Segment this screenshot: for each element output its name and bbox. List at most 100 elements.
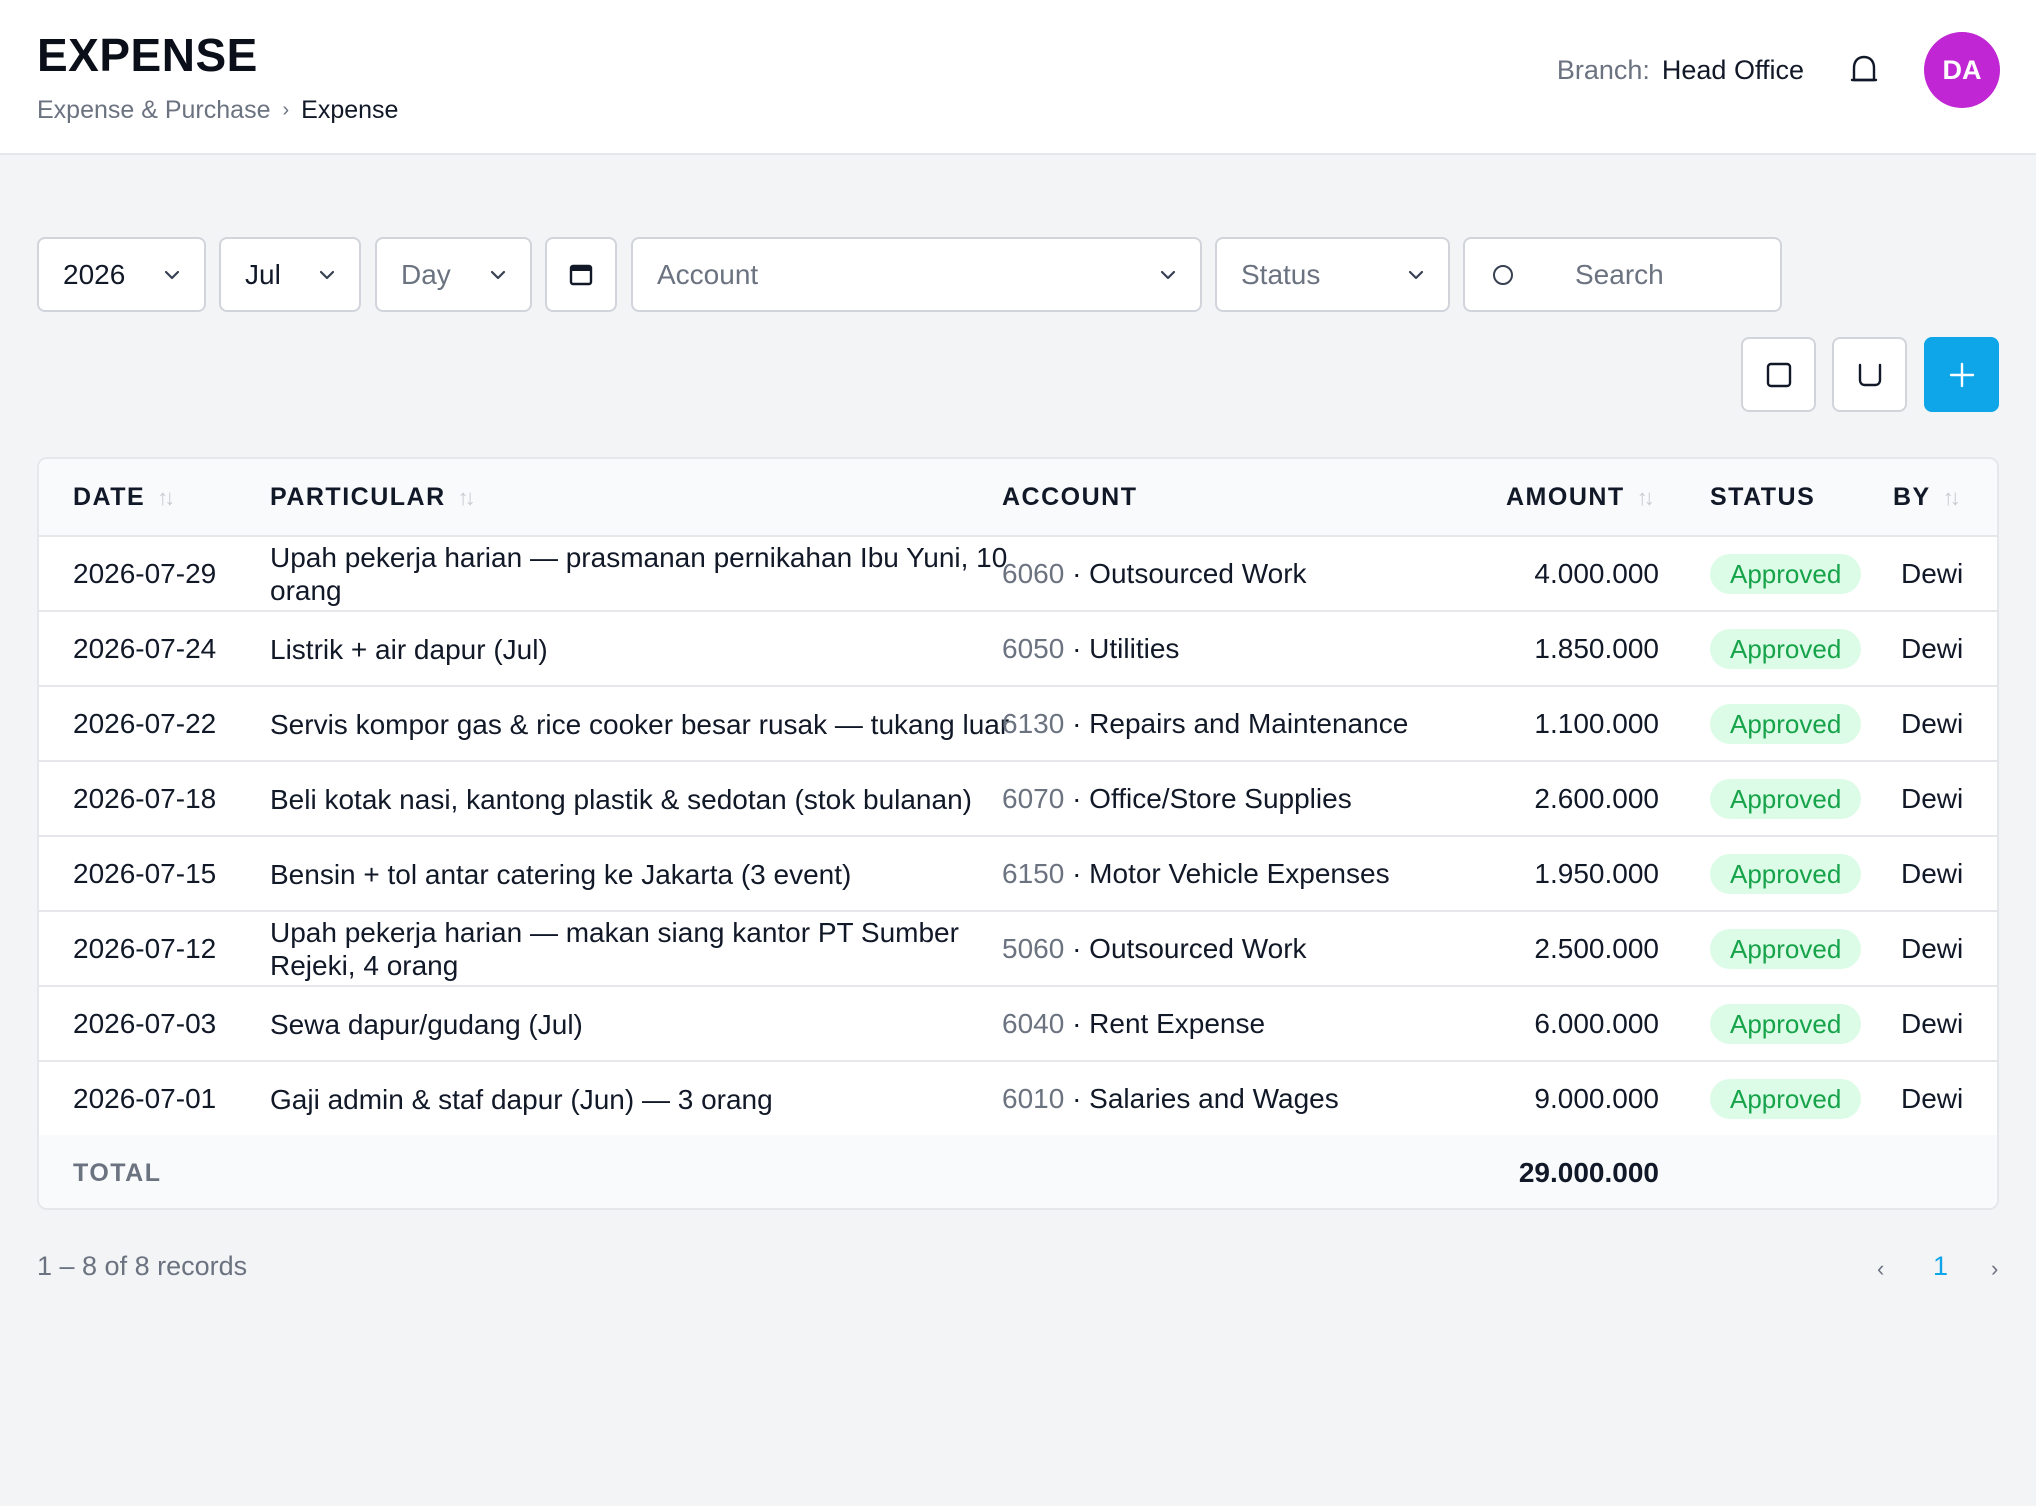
table-row[interactable]: 2026-07-22 Servis kompor gas & rice cooke… bbox=[39, 687, 1997, 762]
sort-icon[interactable]: ↑↓ bbox=[1943, 485, 1961, 511]
month-select[interactable]: Jul bbox=[219, 237, 361, 312]
cell-by: Dewi bbox=[1901, 633, 1964, 664]
breadcrumb: Expense & Purchase › Expense bbox=[37, 96, 398, 125]
month-select-value: Jul bbox=[245, 258, 281, 290]
table-row[interactable]: 2026-07-03 Sewa dapur/gudang (Jul) 6040 · … bbox=[39, 987, 1997, 1062]
status-badge: Approved bbox=[1710, 704, 1862, 744]
cell-account: 6130 · Repairs and Maintenance bbox=[1002, 708, 1408, 740]
cell-amount: 9.000.000 bbox=[1534, 1083, 1659, 1114]
table-row[interactable]: 2026-07-15 Bensin + tol antar catering ke… bbox=[39, 837, 1997, 912]
chevron-down-icon bbox=[1160, 270, 1176, 280]
status-badge: Approved bbox=[1710, 554, 1862, 594]
branch-label: Branch: bbox=[1556, 55, 1650, 85]
table-row[interactable]: 2026-07-12 Upah pekerja harian — makan si… bbox=[39, 912, 1997, 987]
breadcrumb-separator: › bbox=[282, 99, 290, 121]
expense-table: DATE ↑↓ PARTICULAR ↑↓ ACCOUNT AMOUNT ↑↓ STA… bbox=[37, 457, 1999, 1210]
column-header-date[interactable]: DATE ↑↓ bbox=[73, 483, 175, 512]
plus-icon bbox=[1949, 362, 1974, 387]
account-name: · Motor Vehicle Expenses bbox=[1072, 858, 1390, 889]
tray-icon bbox=[1858, 363, 1881, 386]
branch-value: Head Office bbox=[1661, 55, 1804, 85]
cell-date: 2026-07-03 bbox=[73, 1008, 217, 1039]
account-code: 6070 bbox=[1002, 783, 1065, 814]
account-select[interactable]: Account bbox=[631, 237, 1202, 312]
sort-icon[interactable]: ↑↓ bbox=[1637, 485, 1655, 511]
account-code: 5060 bbox=[1002, 933, 1065, 964]
cell-particular: Servis kompor gas & rice cooker besar ru… bbox=[270, 709, 1010, 740]
cell-account: 6040 · Rent Expense bbox=[1002, 1008, 1265, 1040]
account-code: 6060 bbox=[1002, 558, 1065, 589]
search-input[interactable]: Search bbox=[1463, 237, 1782, 312]
cell-account: 5060 · Outsourced Work bbox=[1002, 933, 1307, 965]
page-title: EXPENSE bbox=[37, 29, 258, 81]
total-row: TOTAL 29.000.000 bbox=[39, 1135, 1997, 1208]
user-avatar[interactable]: DA bbox=[1924, 32, 2000, 108]
export-button[interactable] bbox=[1741, 337, 1816, 412]
status-badge: Approved bbox=[1710, 629, 1862, 669]
sort-icon[interactable]: ↑↓ bbox=[458, 485, 476, 511]
table-row[interactable]: 2026-07-24 Listrik + air dapur (Jul) 6050 … bbox=[39, 612, 1997, 687]
day-select[interactable]: Day bbox=[375, 237, 532, 312]
add-expense-button[interactable] bbox=[1924, 337, 1999, 412]
account-select-placeholder: Account bbox=[657, 258, 759, 290]
import-button[interactable] bbox=[1832, 337, 1907, 412]
column-header-by[interactable]: BY ↑↓ bbox=[1893, 483, 1961, 512]
pagination-prev[interactable]: ‹ bbox=[1877, 1256, 1884, 1282]
column-header-particular[interactable]: PARTICULAR ↑↓ bbox=[270, 483, 476, 512]
cell-date: 2026-07-15 bbox=[73, 858, 217, 889]
cell-by: Dewi bbox=[1901, 1083, 1964, 1114]
date-picker-button[interactable] bbox=[545, 237, 617, 312]
cell-amount: 2.500.000 bbox=[1534, 933, 1659, 964]
chevron-down-icon bbox=[1408, 270, 1424, 280]
year-select[interactable]: 2026 bbox=[37, 237, 206, 312]
search-icon bbox=[1493, 264, 1513, 285]
chevron-down-icon bbox=[164, 270, 180, 280]
cell-particular: Bensin + tol antar catering ke Jakarta (… bbox=[270, 859, 852, 890]
pagination-next[interactable]: › bbox=[1991, 1256, 1998, 1282]
cell-account: 6050 · Utilities bbox=[1002, 633, 1179, 665]
sort-icon[interactable]: ↑↓ bbox=[157, 485, 175, 511]
cell-by: Dewi bbox=[1901, 558, 1964, 589]
cell-account: 6070 · Office/Store Supplies bbox=[1002, 783, 1352, 815]
column-header-amount[interactable]: AMOUNT ↑↓ bbox=[1506, 483, 1655, 512]
status-select[interactable]: Status bbox=[1215, 237, 1450, 312]
table-header: DATE ↑↓ PARTICULAR ↑↓ ACCOUNT AMOUNT ↑↓ STA… bbox=[39, 459, 1997, 537]
search-placeholder: Search bbox=[1575, 258, 1664, 290]
chevron-down-icon bbox=[490, 270, 506, 280]
cell-account: 6060 · Outsourced Work bbox=[1002, 558, 1307, 590]
cell-account: 6150 · Motor Vehicle Expenses bbox=[1002, 858, 1390, 890]
table-row[interactable]: 2026-07-01 Gaji admin & staf dapur (Jun) … bbox=[39, 1062, 1997, 1137]
status-badge: Approved bbox=[1710, 854, 1862, 894]
branch-selector[interactable]: Branch: Head Office bbox=[1557, 55, 1804, 86]
cell-particular: Upah pekerja harian — makan siang kantor… bbox=[270, 917, 959, 981]
cell-date: 2026-07-29 bbox=[73, 558, 217, 589]
square-icon bbox=[1766, 362, 1791, 387]
cell-by: Dewi bbox=[1901, 708, 1964, 739]
status-badge: Approved bbox=[1710, 1004, 1862, 1044]
table-row[interactable]: 2026-07-29 Upah pekerja harian — prasmana… bbox=[39, 537, 1997, 612]
account-name: · Rent Expense bbox=[1072, 1008, 1266, 1039]
cell-particular: Listrik + air dapur (Jul) bbox=[270, 634, 548, 665]
status-badge: Approved bbox=[1710, 929, 1862, 969]
pagination-page-1[interactable]: 1 bbox=[1933, 1251, 1948, 1282]
cell-particular: Upah pekerja harian — prasmanan pernikah… bbox=[270, 542, 1008, 606]
notification-bell-icon[interactable] bbox=[1848, 54, 1880, 86]
account-code: 6150 bbox=[1002, 858, 1065, 889]
account-code: 6050 bbox=[1002, 633, 1065, 664]
column-header-status: STATUS bbox=[1710, 483, 1816, 511]
cell-date: 2026-07-12 bbox=[73, 933, 217, 964]
account-code: 6040 bbox=[1002, 1008, 1065, 1039]
cell-amount: 1.100.000 bbox=[1534, 708, 1659, 739]
table-row[interactable]: 2026-07-18 Beli kotak nasi, kantong plast… bbox=[39, 762, 1997, 837]
top-header: EXPENSE Expense & Purchase › Expense Bra… bbox=[0, 0, 2036, 155]
account-code: 6130 bbox=[1002, 708, 1065, 739]
account-code: 6010 bbox=[1002, 1083, 1065, 1114]
status-badge: Approved bbox=[1710, 1079, 1862, 1119]
breadcrumb-parent-link[interactable]: Expense & Purchase bbox=[37, 96, 270, 125]
account-name: · Office/Store Supplies bbox=[1072, 783, 1352, 814]
cell-amount: 1.850.000 bbox=[1534, 633, 1659, 664]
day-select-placeholder: Day bbox=[401, 258, 451, 290]
column-header-account: ACCOUNT bbox=[1002, 483, 1138, 511]
account-name: · Outsourced Work bbox=[1072, 933, 1307, 964]
cell-amount: 6.000.000 bbox=[1534, 1008, 1659, 1039]
